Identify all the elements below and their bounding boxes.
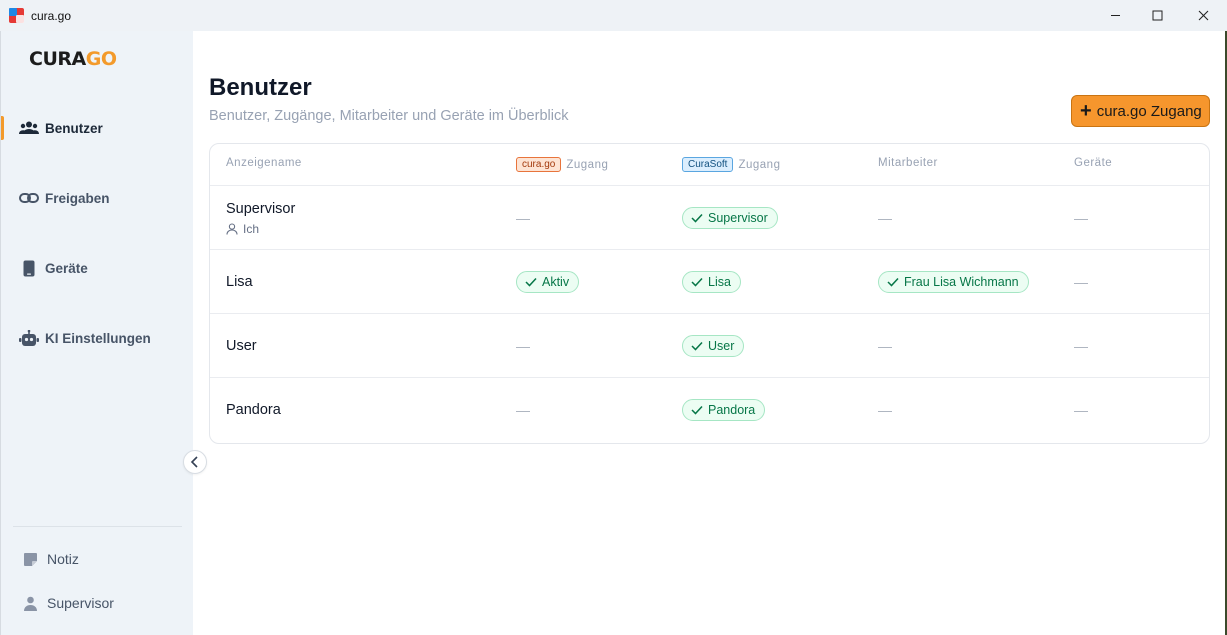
check-icon <box>691 277 703 287</box>
user-name: User <box>226 338 257 354</box>
column-header-employee: Mitarbeiter <box>878 157 938 169</box>
column-header-curago: cura.go Zugang <box>516 157 608 172</box>
user-name: Supervisor <box>226 200 296 217</box>
table-row[interactable]: Supervisor Ich — Supervisor — — <box>210 186 1209 250</box>
sidebar-item-label: Benutzer <box>45 120 103 136</box>
curago-tag: cura.go <box>516 157 562 172</box>
page-title: Benutzer <box>209 74 312 101</box>
devices-cell: — <box>1074 210 1088 226</box>
note-icon <box>21 550 39 568</box>
employee-badge[interactable]: Frau Lisa Wichmann <box>878 271 1029 293</box>
table-row[interactable]: Lisa Aktiv Lisa Frau Lisa Wichmann — <box>210 250 1209 314</box>
minimize-button[interactable] <box>1092 0 1138 31</box>
column-header-label: Zugang <box>738 158 781 171</box>
check-icon <box>525 277 537 287</box>
curasoft-access-cell: Lisa <box>682 250 741 314</box>
curasoft-access-cell: User <box>682 314 745 378</box>
devices-cell: — <box>1074 338 1088 354</box>
table-header: Anzeigename cura.go Zugang CuraSoft Zuga… <box>210 144 1209 186</box>
column-header-devices: Geräte <box>1074 157 1113 169</box>
user-name-cell: User <box>226 314 257 378</box>
curasoft-tag: CuraSoft <box>682 157 734 172</box>
column-header-curasoft: CuraSoft Zugang <box>682 157 780 172</box>
user-icon <box>21 594 39 612</box>
user-outline-icon <box>226 222 238 235</box>
robot-icon <box>19 328 39 348</box>
add-button-label: cura.go Zugang <box>1096 102 1202 120</box>
curago-logo[interactable]: CURAGO <box>29 48 117 70</box>
employee-cell: — <box>878 338 892 354</box>
sidebar-item-benutzer[interactable]: Benutzer <box>1 113 194 143</box>
check-icon <box>691 213 703 223</box>
devices-cell: — <box>1074 402 1088 418</box>
sidebar-item-label: KI Einstellungen <box>45 330 151 346</box>
users-table: Anzeigename cura.go Zugang CuraSoft Zuga… <box>209 143 1210 444</box>
table-row[interactable]: User — User — — <box>210 314 1209 378</box>
plus-icon: + <box>1080 100 1092 122</box>
user-name: Pandora <box>226 402 281 418</box>
phone-icon <box>19 258 39 278</box>
employee-cell: — <box>878 402 892 418</box>
curasoft-access-cell: Pandora <box>682 378 766 442</box>
curasoft-access-badge[interactable]: Supervisor <box>682 207 778 229</box>
curago-access-cell: — <box>516 210 530 226</box>
sidebar-divider <box>13 526 182 527</box>
sidebar-collapse-button[interactable] <box>183 450 207 474</box>
curasoft-access-badge[interactable]: User <box>682 335 745 357</box>
sidebar-item-label: Geräte <box>45 260 88 276</box>
check-icon <box>691 341 703 351</box>
user-name-cell: Lisa <box>226 250 253 314</box>
sidebar-item-label: Freigaben <box>45 190 110 206</box>
devices-cell: — <box>1074 274 1088 290</box>
curasoft-access-badge[interactable]: Pandora <box>682 399 766 421</box>
maximize-icon <box>1152 10 1162 21</box>
curago-access-badge[interactable]: Aktiv <box>516 271 580 293</box>
close-button[interactable] <box>1180 0 1226 31</box>
app-icon <box>9 8 24 23</box>
page-subtitle: Benutzer, Zugänge, Mitarbeiter und Gerät… <box>209 108 569 124</box>
sidebar-item-freigaben[interactable]: Freigaben <box>1 183 194 213</box>
minimize-icon <box>1110 15 1120 16</box>
curago-access-cell: Aktiv <box>516 250 580 314</box>
link-icon <box>19 188 39 208</box>
user-name-cell: Pandora <box>226 378 281 442</box>
sidebar: CURAGO Benutzer Freigaben Geräte KI Eins… <box>0 31 193 635</box>
employee-cell: — <box>878 210 892 226</box>
sidebar-notiz-button[interactable]: Notiz <box>1 545 194 573</box>
window-titlebar: cura.go <box>0 0 1227 31</box>
current-user-indicator: Ich <box>226 222 259 236</box>
curago-access-cell: — <box>516 338 530 354</box>
curasoft-access-cell: Supervisor <box>682 186 778 250</box>
add-curago-access-button[interactable]: + cura.go Zugang <box>1071 95 1210 127</box>
sidebar-item-label: Supervisor <box>47 595 114 611</box>
curasoft-access-badge[interactable]: Lisa <box>682 271 741 293</box>
check-icon <box>691 405 703 415</box>
close-icon <box>1198 10 1208 21</box>
sidebar-item-geraete[interactable]: Geräte <box>1 253 194 283</box>
user-name-cell: Supervisor Ich <box>226 186 295 250</box>
sidebar-item-ki-einstellungen[interactable]: KI Einstellungen <box>1 323 194 353</box>
users-icon <box>19 118 39 138</box>
window-title: cura.go <box>31 9 72 23</box>
maximize-button[interactable] <box>1134 0 1180 31</box>
table-row[interactable]: Pandora — Pandora — — <box>210 378 1209 442</box>
curago-access-cell: — <box>516 402 530 418</box>
column-header-name: Anzeigename <box>226 157 302 169</box>
check-icon <box>887 277 899 287</box>
sidebar-item-label: Notiz <box>47 551 79 567</box>
column-header-label: Zugang <box>566 158 609 171</box>
chevron-left-icon <box>190 456 198 468</box>
sidebar-user-menu[interactable]: Supervisor <box>1 589 194 617</box>
employee-cell: Frau Lisa Wichmann <box>878 250 1029 314</box>
user-name: Lisa <box>226 274 253 290</box>
